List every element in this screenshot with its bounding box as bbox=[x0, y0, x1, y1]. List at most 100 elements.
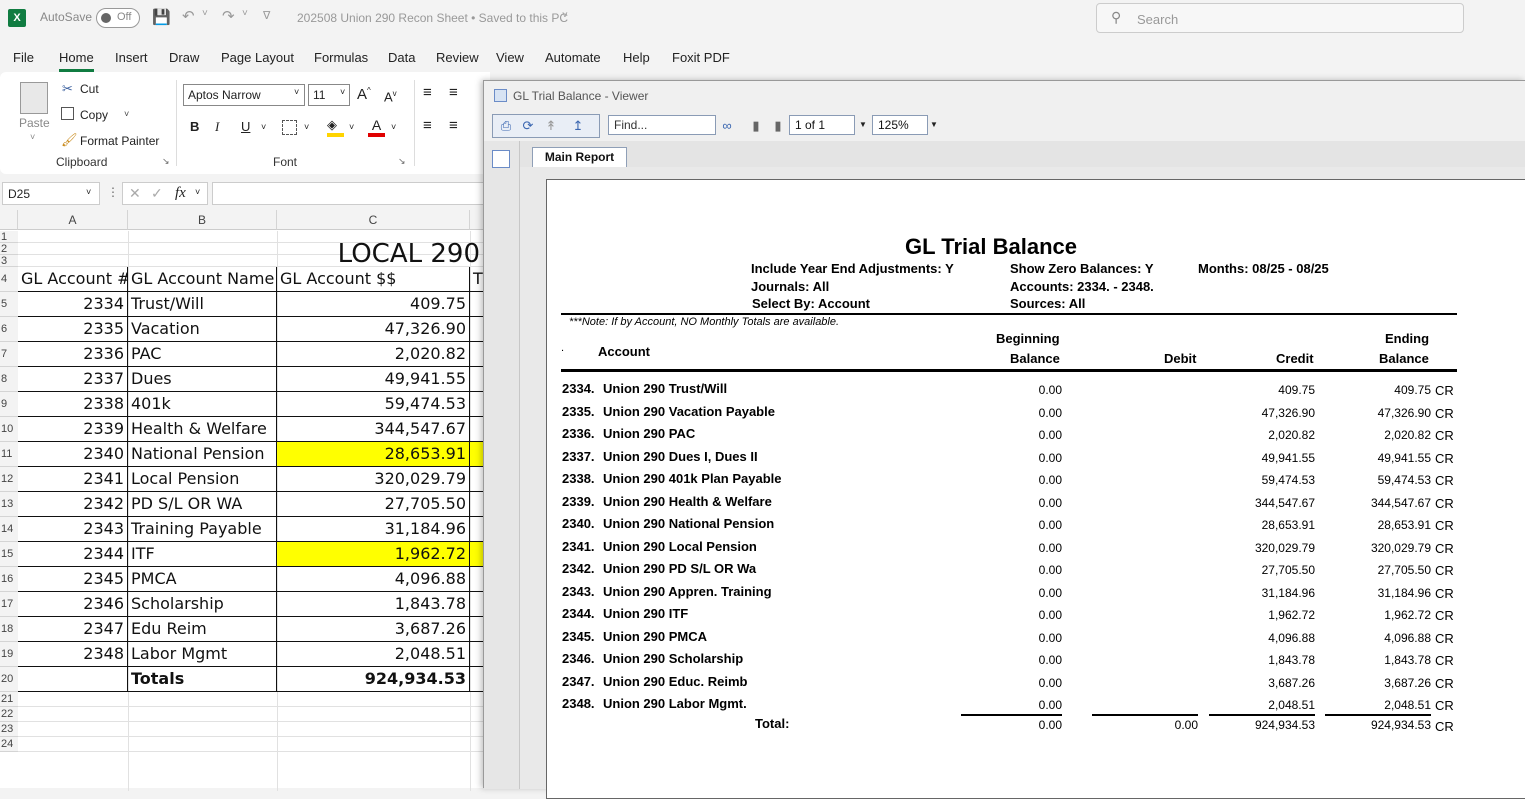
row-header[interactable]: 15 bbox=[0, 542, 18, 567]
row-header[interactable]: 21 bbox=[0, 692, 18, 707]
cell-account-amount[interactable]: 47,326.90 bbox=[277, 317, 470, 342]
column-header-b[interactable]: B bbox=[128, 210, 277, 230]
row-header[interactable]: 18 bbox=[0, 617, 18, 642]
cell-account-name[interactable]: PAC bbox=[128, 342, 277, 367]
export-icon[interactable]: ↥ bbox=[568, 116, 588, 136]
cell-account-number[interactable]: 2336 bbox=[18, 342, 128, 367]
insert-function-icon[interactable]: fx bbox=[175, 185, 186, 202]
cell-account-name[interactable]: Dues bbox=[128, 367, 277, 392]
cell-account-name[interactable]: Scholarship bbox=[128, 592, 277, 617]
cell-account-number[interactable]: 2346 bbox=[18, 592, 128, 617]
zoom-dropdown-icon[interactable]: ▼ bbox=[930, 120, 938, 129]
cell-account-amount[interactable]: 49,941.55 bbox=[277, 367, 470, 392]
redo-icon[interactable]: ↷ bbox=[222, 7, 235, 25]
row-header[interactable]: 20 bbox=[0, 667, 18, 692]
row-header[interactable]: 14 bbox=[0, 517, 18, 542]
cell-account-amount[interactable]: 320,029.79 bbox=[277, 467, 470, 492]
font-size-dropdown-icon[interactable]: ˅ bbox=[340, 87, 345, 97]
cell-account-amount[interactable]: 28,653.91 bbox=[277, 442, 470, 467]
row-header[interactable]: 9 bbox=[0, 392, 18, 417]
save-icon[interactable]: 💾 bbox=[152, 8, 171, 26]
cell-account-name[interactable]: Labor Mgmt bbox=[128, 642, 277, 667]
cell-account-name[interactable]: Training Payable bbox=[128, 517, 277, 542]
row-header[interactable]: 17 bbox=[0, 592, 18, 617]
cell-account-number[interactable]: 2335 bbox=[18, 317, 128, 342]
page-dropdown-icon[interactable]: ▼ bbox=[859, 120, 867, 129]
worksheet-grid[interactable]: A B C 1 2 3 4 5 6 7 8 9 10 11 12 13 14 15 16 17 18 19 20 21 2… bbox=[0, 210, 490, 791]
search-box[interactable]: ⚲ Search bbox=[1096, 3, 1464, 33]
cell-account-amount[interactable]: 1,843.78 bbox=[277, 592, 470, 617]
formula-input[interactable] bbox=[212, 182, 492, 205]
paste-dropdown-icon[interactable]: ˅ bbox=[30, 132, 35, 142]
customize-qat-icon[interactable]: ∇ bbox=[263, 9, 270, 22]
header-gl-account-name[interactable]: GL Account Name bbox=[128, 267, 277, 292]
row-header[interactable]: 22 bbox=[0, 707, 18, 722]
cell-account-number[interactable]: 2348 bbox=[18, 642, 128, 667]
tab-main-report[interactable]: Main Report bbox=[532, 147, 627, 168]
menu-insert[interactable]: Insert bbox=[115, 50, 148, 65]
column-header-c[interactable]: C bbox=[277, 210, 470, 230]
decrease-font-icon[interactable]: Av bbox=[384, 89, 397, 104]
cell-account-name[interactable]: PMCA bbox=[128, 567, 277, 592]
underline-dropdown-icon[interactable]: ˅ bbox=[261, 122, 266, 132]
column-header-a[interactable]: A bbox=[18, 210, 128, 230]
cell-account-number[interactable]: 2343 bbox=[18, 517, 128, 542]
menu-formulas[interactable]: Formulas bbox=[314, 50, 368, 65]
row-header[interactable]: 11 bbox=[0, 442, 18, 467]
font-color-icon[interactable]: A bbox=[368, 117, 385, 137]
copy-dropdown-icon[interactable]: ˅ bbox=[124, 109, 129, 119]
cell-account-name[interactable]: 401k bbox=[128, 392, 277, 417]
undo-dropdown-icon[interactable]: ˅ bbox=[202, 8, 208, 19]
refresh-icon[interactable]: ⟳ bbox=[518, 116, 538, 136]
header-gl-account-amount[interactable]: GL Account $$ bbox=[277, 267, 470, 292]
autosave-toggle[interactable]: Off bbox=[96, 8, 140, 28]
row-header[interactable]: 8 bbox=[0, 367, 18, 392]
font-launcher-icon[interactable]: ↘ bbox=[398, 156, 406, 167]
cell-account-amount[interactable]: 2,048.51 bbox=[277, 642, 470, 667]
fill-color-dropdown-icon[interactable]: ˅ bbox=[349, 122, 354, 132]
format-painter-button[interactable]: Format Painter bbox=[80, 134, 159, 148]
menu-home[interactable]: Home bbox=[59, 50, 94, 72]
more-options-icon[interactable]: ⋮ bbox=[107, 185, 119, 199]
row-header[interactable]: 3 bbox=[0, 255, 18, 267]
menu-view[interactable]: View bbox=[496, 50, 524, 65]
group-tree-icon[interactable] bbox=[492, 150, 510, 168]
cancel-icon[interactable]: ✕ bbox=[129, 185, 141, 202]
cell-account-name[interactable]: Health & Welfare bbox=[128, 417, 277, 442]
name-box-dropdown-icon[interactable]: ˅ bbox=[86, 187, 91, 197]
italic-icon[interactable]: I bbox=[215, 119, 219, 135]
menu-file[interactable]: File bbox=[13, 50, 34, 65]
row-header[interactable]: 4 bbox=[0, 267, 18, 292]
cell-account-amount[interactable]: 27,705.50 bbox=[277, 492, 470, 517]
align-middle-icon[interactable]: ≡ bbox=[449, 84, 458, 101]
align-top-icon[interactable]: ≡ bbox=[423, 84, 432, 101]
zoom-select[interactable]: 125% bbox=[872, 115, 928, 135]
font-name-dropdown-icon[interactable]: ˅ bbox=[294, 87, 299, 97]
cell-account-number[interactable]: 2340 bbox=[18, 442, 128, 467]
underline-icon[interactable]: U bbox=[241, 119, 250, 134]
fill-color-icon[interactable]: ◈ bbox=[327, 117, 344, 137]
cell-account-name[interactable]: PD S/L OR WA bbox=[128, 492, 277, 517]
row-header[interactable]: 7 bbox=[0, 342, 18, 367]
font-color-dropdown-icon[interactable]: ˅ bbox=[391, 122, 396, 132]
cell-account-number[interactable]: 2342 bbox=[18, 492, 128, 517]
borders-dropdown-icon[interactable]: ˅ bbox=[304, 122, 309, 132]
redo-dropdown-icon[interactable]: ˅ bbox=[242, 8, 248, 19]
row-header[interactable]: 24 bbox=[0, 737, 18, 752]
menu-draw[interactable]: Draw bbox=[169, 50, 199, 65]
row-header[interactable]: 13 bbox=[0, 492, 18, 517]
enter-icon[interactable]: ✓ bbox=[151, 185, 163, 202]
cell-account-number[interactable]: 2344 bbox=[18, 542, 128, 567]
cell-account-number[interactable]: 2337 bbox=[18, 367, 128, 392]
row-header[interactable]: 19 bbox=[0, 642, 18, 667]
cell-totals-amount[interactable]: 924,934.53 bbox=[277, 667, 470, 692]
print-icon[interactable]: ⎙ bbox=[496, 116, 516, 136]
row-header[interactable]: 1 bbox=[0, 231, 18, 243]
cell-account-number[interactable]: 2339 bbox=[18, 417, 128, 442]
clipboard-launcher-icon[interactable]: ↘ bbox=[162, 156, 170, 167]
undo-icon[interactable]: ↶ bbox=[182, 7, 195, 25]
menu-review[interactable]: Review bbox=[436, 50, 479, 65]
menu-help[interactable]: Help bbox=[623, 50, 650, 65]
row-header[interactable]: 5 bbox=[0, 292, 18, 317]
prev-page-icon[interactable]: ▮ bbox=[746, 116, 766, 136]
